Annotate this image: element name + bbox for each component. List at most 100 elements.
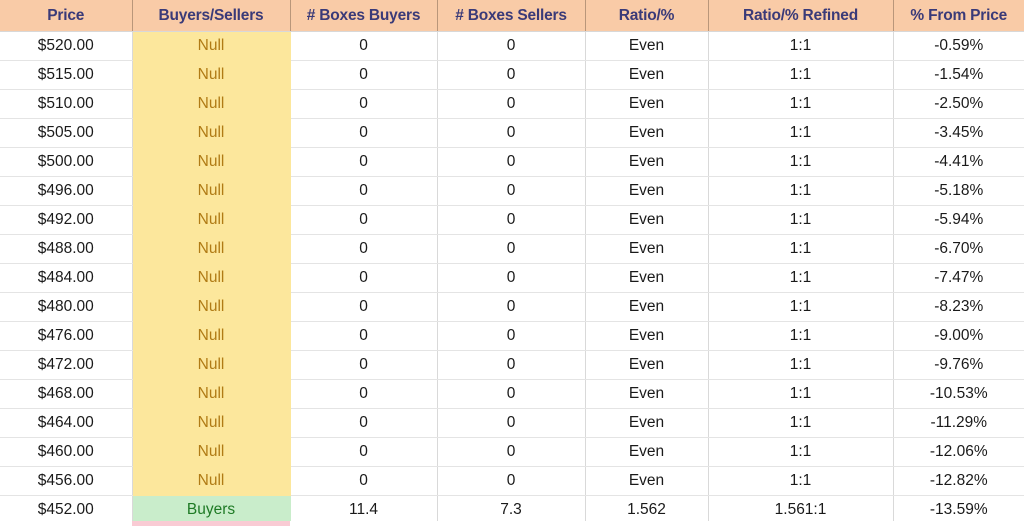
cell-ratio-refined[interactable]: 1:1 — [708, 89, 894, 119]
cell-pct-from-price[interactable]: -3.45% — [893, 118, 1024, 148]
cell-ratio-pct[interactable]: Even — [585, 321, 709, 351]
cell-ratio-pct[interactable]: Even — [585, 60, 709, 90]
cell-ratio-pct[interactable]: Even — [585, 379, 709, 409]
cell-ratio-refined[interactable]: 1:1 — [708, 466, 894, 496]
cell-price[interactable]: $500.00 — [0, 147, 133, 177]
cell-status-null[interactable]: Null — [132, 263, 291, 293]
cell-price[interactable]: $480.00 — [0, 292, 133, 322]
cell-ratio-refined[interactable]: 1:1 — [708, 292, 894, 322]
cell-boxes-sellers[interactable]: 0 — [437, 118, 586, 148]
cell-boxes-sellers[interactable]: 0 — [437, 147, 586, 177]
cell-pct-from-price[interactable]: -9.76% — [893, 350, 1024, 380]
column-header-ratio-refined[interactable]: Ratio/% Refined — [708, 0, 894, 32]
cell-status-null[interactable]: Null — [132, 234, 291, 264]
cell-ratio-pct[interactable]: Even — [585, 263, 709, 293]
cell-pct-from-price[interactable]: -5.94% — [893, 205, 1024, 235]
cell-boxes-buyers[interactable]: 0 — [290, 263, 438, 293]
cell-ratio-pct[interactable]: Even — [585, 408, 709, 438]
column-header-price[interactable]: Price — [0, 0, 133, 32]
cell-pct-from-price[interactable]: -9.00% — [893, 321, 1024, 351]
cell-ratio-pct[interactable]: Even — [585, 118, 709, 148]
cell-boxes-sellers[interactable]: 0 — [437, 176, 586, 206]
cell-boxes-sellers[interactable]: 0 — [437, 205, 586, 235]
cell-boxes-sellers[interactable]: 0 — [437, 234, 586, 264]
cell-boxes-sellers[interactable]: 0 — [437, 466, 586, 496]
cell-ratio-refined[interactable]: 1:1 — [708, 234, 894, 264]
cell-pct-from-price[interactable]: -0.59% — [893, 31, 1024, 61]
cell-boxes-buyers[interactable]: 0 — [290, 176, 438, 206]
cell-ratio-pct[interactable]: Even — [585, 205, 709, 235]
cell-ratio-pct[interactable]: Even — [585, 466, 709, 496]
cell-price[interactable]: $488.00 — [0, 234, 133, 264]
cell-ratio-pct[interactable]: Even — [585, 176, 709, 206]
cell-boxes-sellers[interactable]: 0 — [437, 263, 586, 293]
cell-pct-from-price[interactable]: -1.54% — [893, 60, 1024, 90]
cell-price[interactable]: $510.00 — [0, 89, 133, 119]
cell-boxes-buyers[interactable]: 0 — [290, 118, 438, 148]
cell-ratio-refined[interactable]: 1:1 — [708, 60, 894, 90]
cell-boxes-buyers[interactable]: 0 — [290, 147, 438, 177]
cell-boxes-sellers[interactable]: 0 — [437, 89, 586, 119]
cell-status-null[interactable]: Null — [132, 205, 291, 235]
cell-price[interactable]: $464.00 — [0, 408, 133, 438]
cell-status-null[interactable]: Null — [132, 176, 291, 206]
cell-boxes-sellers[interactable]: 0 — [437, 60, 586, 90]
cell-boxes-sellers[interactable]: 0 — [437, 437, 586, 467]
cell-pct-from-price[interactable]: -10.53% — [893, 379, 1024, 409]
cell-pct-from-price[interactable]: -5.18% — [893, 176, 1024, 206]
cell-price[interactable]: $492.00 — [0, 205, 133, 235]
cell-boxes-buyers[interactable]: 0 — [290, 379, 438, 409]
cell-ratio-refined[interactable]: 1:1 — [708, 263, 894, 293]
cell-pct-from-price[interactable]: -2.50% — [893, 89, 1024, 119]
cell-ratio-pct[interactable]: Even — [585, 147, 709, 177]
cell-boxes-sellers[interactable]: 0 — [437, 292, 586, 322]
column-header-boxes-buyers[interactable]: # Boxes Buyers — [290, 0, 438, 32]
cell-ratio-pct[interactable]: Even — [585, 234, 709, 264]
cell-ratio-pct[interactable]: Even — [585, 292, 709, 322]
cell-price[interactable]: $476.00 — [0, 321, 133, 351]
column-header-buyers-sellers[interactable]: Buyers/Sellers — [132, 0, 291, 32]
cell-boxes-sellers[interactable]: 0 — [437, 379, 586, 409]
cell-ratio-refined[interactable]: 1:1 — [708, 176, 894, 206]
cell-ratio-refined[interactable]: 1:1 — [708, 31, 894, 61]
cell-boxes-buyers[interactable]: 0 — [290, 205, 438, 235]
cell-price[interactable]: $472.00 — [0, 350, 133, 380]
cell-boxes-buyers[interactable]: 0 — [290, 437, 438, 467]
cell-pct-from-price[interactable]: -11.29% — [893, 408, 1024, 438]
cell-ratio-refined[interactable]: 1:1 — [708, 205, 894, 235]
cell-status-null[interactable]: Null — [132, 379, 291, 409]
cell-boxes-buyers[interactable]: 0 — [290, 350, 438, 380]
cell-ratio-refined[interactable]: 1:1 — [708, 408, 894, 438]
cell-price[interactable]: $515.00 — [0, 60, 133, 90]
cell-ratio-pct[interactable]: Even — [585, 31, 709, 61]
column-header-ratio-pct[interactable]: Ratio/% — [585, 0, 709, 32]
cell-status-null[interactable]: Null — [132, 147, 291, 177]
cell-status-null[interactable]: Null — [132, 350, 291, 380]
cell-ratio-refined[interactable]: 1:1 — [708, 147, 894, 177]
cell-pct-from-price[interactable]: -8.23% — [893, 292, 1024, 322]
cell-status-null[interactable]: Null — [132, 89, 291, 119]
cell-status-null[interactable]: Null — [132, 60, 291, 90]
cell-pct-from-price[interactable]: -12.82% — [893, 466, 1024, 496]
cell-price[interactable]: $460.00 — [0, 437, 133, 467]
column-header-boxes-sellers[interactable]: # Boxes Sellers — [437, 0, 586, 32]
cell-pct-from-price[interactable]: -4.41% — [893, 147, 1024, 177]
cell-ratio-refined[interactable]: 1:1 — [708, 118, 894, 148]
cell-ratio-pct[interactable]: Even — [585, 350, 709, 380]
cell-boxes-buyers[interactable]: 0 — [290, 31, 438, 61]
cell-status-null[interactable]: Null — [132, 408, 291, 438]
cell-price[interactable]: $456.00 — [0, 466, 133, 496]
cell-ratio-refined[interactable]: 1:1 — [708, 437, 894, 467]
cell-price[interactable]: $468.00 — [0, 379, 133, 409]
cell-boxes-sellers[interactable]: 0 — [437, 321, 586, 351]
cell-boxes-buyers[interactable]: 0 — [290, 408, 438, 438]
cell-status-null[interactable]: Null — [132, 466, 291, 496]
cell-boxes-sellers[interactable]: 0 — [437, 31, 586, 61]
cell-boxes-buyers[interactable]: 0 — [290, 89, 438, 119]
cell-price[interactable]: $505.00 — [0, 118, 133, 148]
cell-status-null[interactable]: Null — [132, 321, 291, 351]
cell-pct-from-price[interactable]: -7.47% — [893, 263, 1024, 293]
cell-price[interactable]: $484.00 — [0, 263, 133, 293]
cell-ratio-refined[interactable]: 1:1 — [708, 379, 894, 409]
cell-pct-from-price[interactable]: -12.06% — [893, 437, 1024, 467]
